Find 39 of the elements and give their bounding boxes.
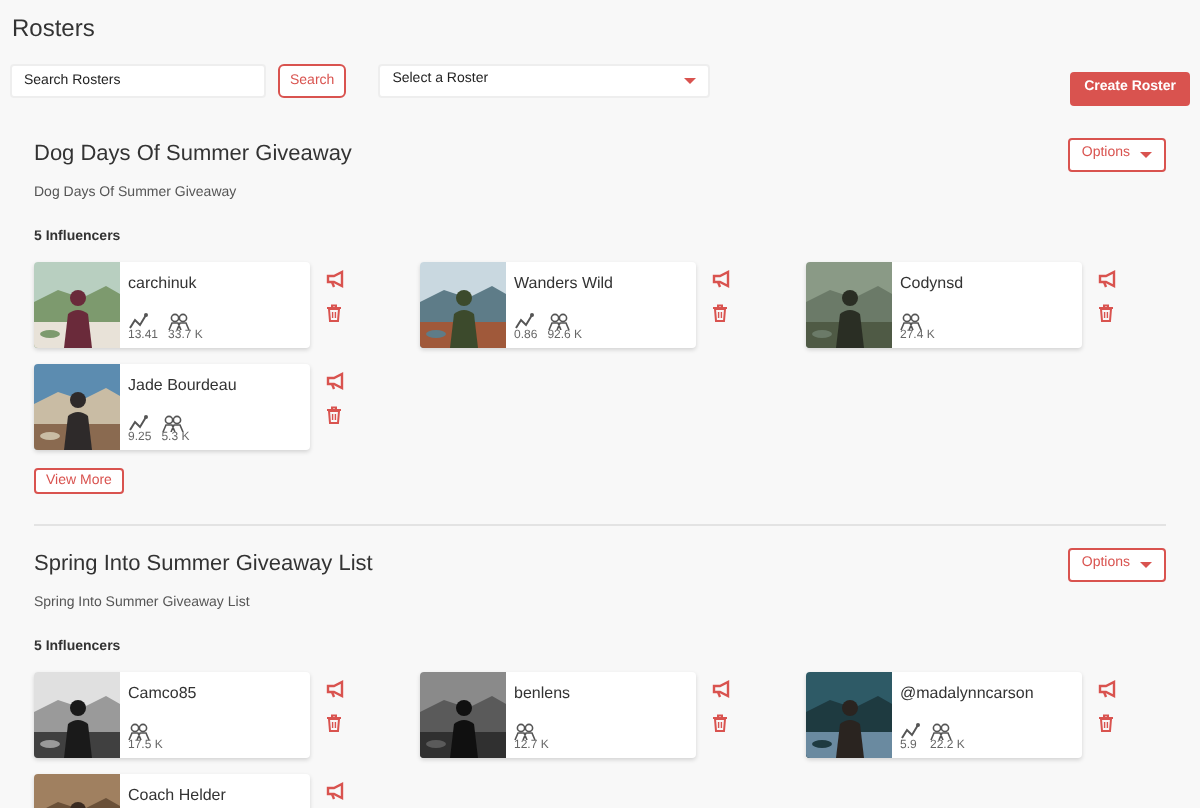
influencer-name: @madalynncarson (900, 684, 1034, 704)
trash-icon[interactable] (1098, 304, 1114, 322)
influencer-name: Jade Bourdeau (128, 376, 237, 396)
influencer-name: Wanders Wild (514, 274, 613, 294)
trash-icon[interactable] (326, 304, 342, 322)
followers-icon (547, 312, 570, 330)
influencer-name: Codynsd (900, 274, 964, 294)
trash-icon[interactable] (326, 406, 342, 424)
engagement-icon (128, 414, 148, 432)
influencer-name: carchinuk (128, 274, 199, 294)
megaphone-icon[interactable] (326, 372, 344, 390)
engagement-icon (514, 312, 534, 330)
trash-icon[interactable] (326, 714, 342, 732)
megaphone-icon[interactable] (326, 270, 344, 288)
followers-icon (900, 312, 922, 330)
megaphone-icon[interactable] (326, 782, 344, 800)
influencer-name: Coach Helder (128, 786, 226, 806)
megaphone-icon[interactable] (712, 680, 730, 698)
influencer-card[interactable]: Coach Helder (34, 774, 310, 808)
followers-icon (514, 722, 536, 740)
megaphone-icon[interactable] (326, 680, 344, 698)
followers-icon (161, 414, 184, 432)
roster-title: Spring Into Summer Giveaway List (34, 550, 373, 578)
followers-icon (930, 722, 952, 740)
megaphone-icon[interactable] (712, 270, 730, 288)
followers-icon (128, 722, 150, 740)
trash-icon[interactable] (712, 304, 728, 322)
trash-icon[interactable] (1098, 714, 1114, 732)
engagement-icon (900, 722, 920, 740)
followers-icon (168, 312, 191, 330)
megaphone-icon[interactable] (1098, 680, 1116, 698)
influencer-name: Camco85 (128, 684, 197, 704)
trash-icon[interactable] (712, 714, 728, 732)
page-title: Rosters (10, 12, 97, 42)
roster-title: Dog Days Of Summer Giveaway (34, 140, 352, 168)
caret-icon (684, 78, 697, 84)
megaphone-icon[interactable] (1098, 270, 1116, 288)
engagement-icon (128, 312, 148, 330)
influencer-name: benlens (514, 684, 571, 704)
